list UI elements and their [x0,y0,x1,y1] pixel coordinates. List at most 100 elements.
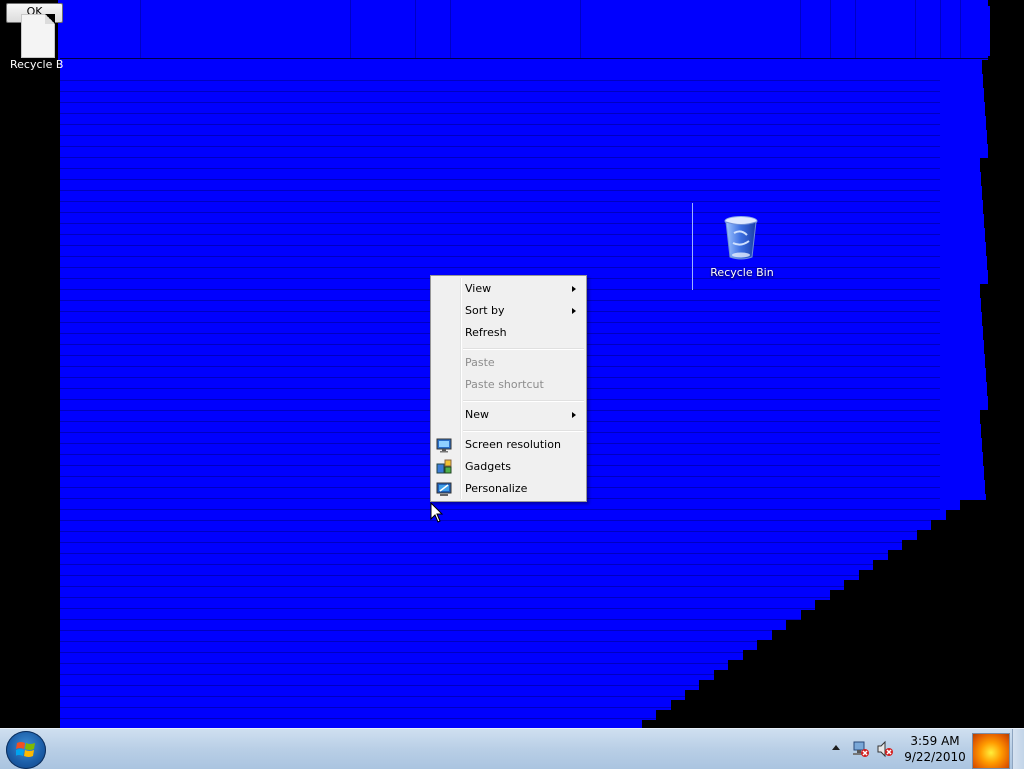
glitch-scanline [60,586,940,587]
glitch-edge-step [987,130,998,144]
clock-time: 3:59 AM [910,734,960,748]
glitch-scanline [60,564,940,565]
clock-date: 9/22/2010 [904,750,966,764]
glitch-edge-step [987,382,998,396]
glitch-vline [830,0,831,58]
glitch-wedge-step [757,640,1024,650]
glitch-vline [855,0,856,58]
ghost-recycle-bin-icon[interactable]: OK Recycle B [4,2,63,76]
menu-separator [463,430,584,432]
menu-item-sort-by[interactable]: Sort by [433,300,584,322]
glitch-edge-step [986,116,998,130]
glitch-scanline [60,91,940,92]
glitch-scanline [60,597,940,598]
glitch-vline [915,0,916,58]
glitch-edge-step [988,270,998,284]
glitch-wedge-step [917,530,1024,540]
glitch-edge-step [984,88,998,102]
glitch-edge-step [982,438,998,452]
menu-separator [463,400,584,402]
wallpaper-thumbnail[interactable] [972,733,1010,769]
glitch-vline [800,0,801,58]
volume-muted-icon[interactable] [876,740,894,758]
menu-item-view[interactable]: View [433,278,584,300]
menu-item-label: Sort by [465,304,505,317]
document-icon [21,14,55,58]
glitch-edge-step [985,354,998,368]
glitch-scanline [60,124,940,125]
glitch-scanline [60,168,940,169]
glitch-wedge-step [830,590,1024,600]
glitch-scanline [60,223,940,224]
glitch-vline [940,0,941,58]
gadgets-icon [436,459,452,474]
glitch-wedge-step [685,690,1024,700]
glitch-wedge-step [728,660,1024,670]
windows-logo-icon [16,742,35,757]
menu-item-gadgets[interactable]: Gadgets [433,456,584,478]
glitch-wedge-step [873,560,1024,570]
glitch-scanline [60,267,940,268]
glitch-edge-step [982,312,998,326]
glitch-scanline [60,80,940,81]
network-disconnected-icon[interactable] [852,740,870,758]
glitch-scanline [60,520,940,521]
submenu-arrow-icon [572,286,576,292]
glitch-scanline [60,135,940,136]
glitch-vline [580,0,581,58]
menu-item-paste-shortcut[interactable]: Paste shortcut [433,374,584,396]
menu-item-label: Personalize [465,482,528,495]
menu-item-refresh[interactable]: Refresh [433,322,584,344]
menu-item-label: Gadgets [465,460,512,473]
glitch-scanline [60,542,940,543]
glitch-wedge-step [931,520,1024,530]
glitch-vline [350,0,351,58]
glitch-wedge-step [946,510,1024,520]
glitch-scanline [60,212,940,213]
glitch-edge-step [982,186,998,200]
glitch-vline [450,0,451,58]
glitch-edge-step [984,214,998,228]
glitch-wedge-step [699,680,1024,690]
mouse-cursor-icon [430,502,444,523]
glitch-scanline [60,102,940,103]
glitch-scanline [60,608,940,609]
menu-item-new[interactable]: New [433,404,584,426]
glitch-scanline [60,179,940,180]
glitch-wedge-step [902,540,1024,550]
glitch-edge-step [980,410,998,424]
glitch-wedge-step [743,650,1024,660]
show-desktop-button[interactable] [1012,729,1024,769]
glitch-edge-step [981,424,998,438]
personalize-icon [436,482,452,496]
glitch-corner [0,0,58,728]
glitch-edge-step [984,340,998,354]
menu-item-screen-resolution[interactable]: Screen resolution [433,434,584,456]
glitch-vline [960,0,961,58]
glitch-edge-step [983,326,998,340]
glitch-edge-step [988,396,998,410]
recycle-bin-icon [724,216,758,260]
glitch-edge-step [986,494,998,508]
glitch-wedge-step [786,620,1024,630]
recycle-bin-desktop-icon[interactable]: Recycle Bin [692,203,790,290]
glitch-edge-step [981,172,998,186]
glitch-scanline [60,146,940,147]
glitch-wedge-step [714,670,1024,680]
taskbar-clock[interactable]: 3:59 AM 9/22/2010 [902,733,968,765]
glitch-vline [140,0,141,58]
glitch-edge-step [984,466,998,480]
glitch-edge-step [985,228,998,242]
menu-item-paste[interactable]: Paste [433,352,584,374]
desktop-glitch-line [60,58,988,59]
menu-item-personalize[interactable]: Personalize [433,478,584,500]
menu-item-label: View [465,282,492,295]
glitch-edge-step [985,102,998,116]
glitch-edge-step [982,60,998,74]
glitch-scanline [60,113,940,114]
show-hidden-icons-arrow-icon[interactable] [832,745,840,750]
glitch-wedge-step [815,600,1024,610]
menu-item-label: Refresh [465,326,507,339]
start-button[interactable] [6,731,46,769]
desktop-blue-band [612,6,990,56]
